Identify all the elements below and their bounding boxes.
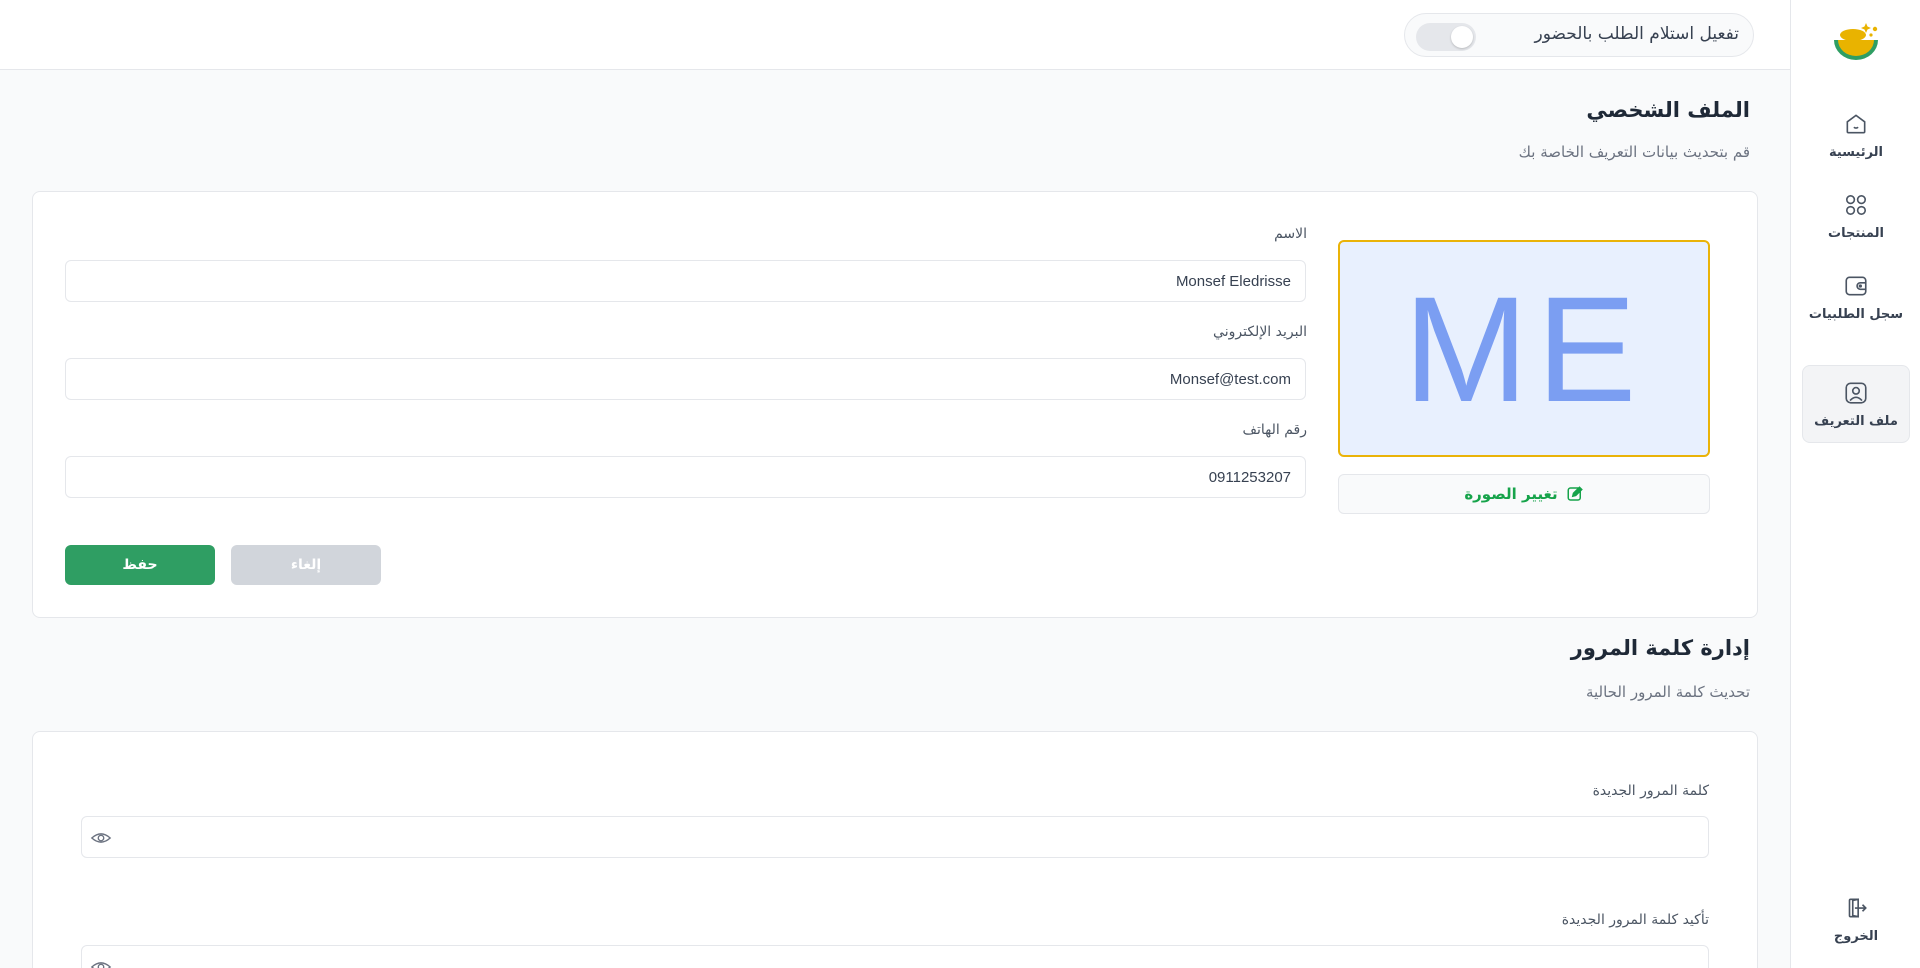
password-title: إدارة كلمة المرور — [1570, 636, 1750, 660]
sidebar-item-home[interactable]: الرئيسية — [1802, 96, 1910, 174]
switch-knob — [1451, 26, 1473, 48]
phone-label: رقم الهاتف — [1242, 422, 1307, 438]
wallet-icon — [1845, 276, 1867, 295]
logout-icon — [1848, 897, 1867, 918]
logout-button[interactable]: الخروج — [1802, 880, 1910, 958]
logout-label: الخروج — [1833, 928, 1879, 944]
new-password-input[interactable] — [81, 816, 1709, 858]
new-password-label: كلمة المرور الجديدة — [1592, 783, 1709, 799]
change-photo-button[interactable]: تغيير الصورة — [1338, 474, 1710, 514]
sidebar-item-orders[interactable]: سجل الطلبيات — [1802, 258, 1910, 336]
email-field[interactable] — [65, 358, 1306, 400]
name-field[interactable] — [65, 260, 1306, 302]
save-button[interactable]: حفظ — [65, 545, 215, 585]
sidebar-item-label: المنتجات — [1828, 225, 1884, 241]
name-label: الاسم — [1274, 226, 1307, 242]
avatar: ME — [1338, 240, 1710, 457]
sidebar-item-profile[interactable]: ملف التعريف — [1802, 365, 1910, 443]
password-subtitle: تحديث كلمة المرور الحالية — [1585, 683, 1750, 701]
email-label: البريد الإلكتروني — [1213, 324, 1307, 340]
phone-field[interactable] — [65, 456, 1306, 498]
sidebar-item-label: الرئيسية — [1828, 144, 1884, 160]
grid-icon — [1845, 194, 1867, 215]
sidebar-item-label: سجل الطلبيات — [1808, 306, 1904, 322]
profile-subtitle: قم بتحديث بيانات التعريف الخاصة بك — [1518, 143, 1750, 161]
home-icon — [1846, 113, 1866, 133]
pickup-toggle-switch[interactable] — [1416, 23, 1476, 51]
sidebar-item-label: ملف التعريف — [1814, 413, 1898, 429]
sidebar-item-products[interactable]: المنتجات — [1802, 177, 1910, 255]
brand-logo[interactable] — [1828, 18, 1884, 66]
pickup-toggle-label: تفعيل استلام الطلب بالحضور — [1534, 24, 1739, 44]
eye-icon[interactable] — [90, 956, 112, 968]
top-bar: تفعيل استلام الطلب بالحضور — [0, 0, 1790, 70]
edit-icon — [1567, 486, 1583, 501]
profile-title: الملف الشخصي — [1586, 98, 1750, 122]
avatar-initials: ME — [1403, 264, 1645, 433]
sidebar: الرئيسية المنتجات سجل الطلبيات ملف التعر… — [1790, 0, 1920, 968]
pickup-toggle-container: تفعيل استلام الطلب بالحضور — [1404, 13, 1754, 57]
confirm-password-input[interactable] — [81, 945, 1709, 968]
eye-icon[interactable] — [90, 827, 112, 849]
confirm-password-label: تأكيد كلمة المرور الجديدة — [1561, 912, 1709, 928]
cancel-button[interactable]: إلغاء — [231, 545, 381, 585]
change-photo-label: تغيير الصورة — [1464, 485, 1558, 503]
user-square-icon — [1845, 381, 1867, 404]
logo-icon — [1834, 23, 1878, 60]
